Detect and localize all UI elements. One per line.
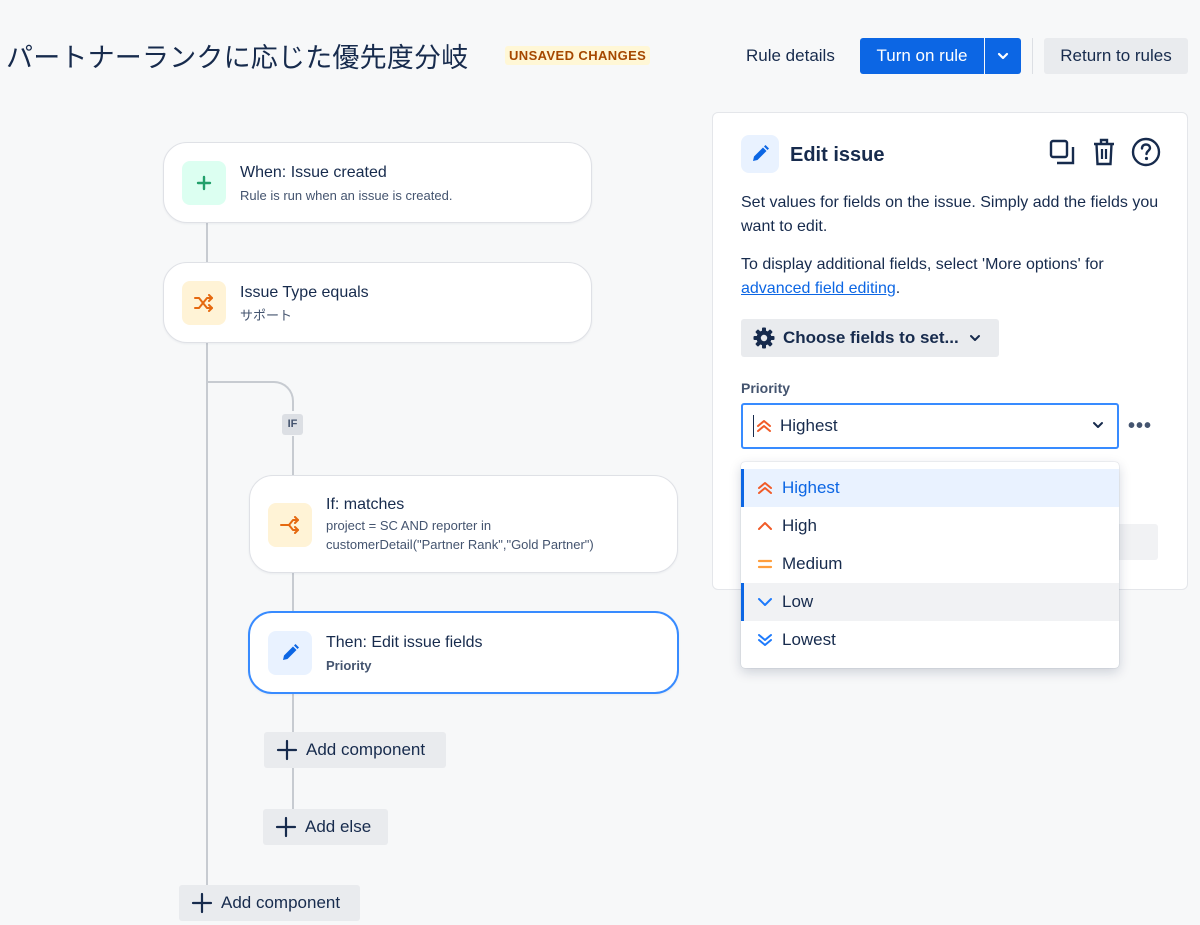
text-cursor [753, 415, 754, 437]
branch-icon [268, 503, 312, 547]
priority-option-medium[interactable]: Medium [741, 545, 1119, 583]
priority-option-label: Highest [782, 478, 840, 497]
shuffle-icon [182, 281, 226, 325]
choose-fields-label: Choose fields to set... [783, 328, 959, 347]
priority-option-label: Low [782, 592, 814, 611]
priority-field-label: Priority [741, 380, 791, 396]
chevron-down-icon [1093, 422, 1103, 428]
page-title: パートナーランクに応じた優先度分岐 [6, 43, 469, 74]
plus-icon [191, 892, 213, 914]
priority-high-icon [757, 518, 773, 534]
add-component-outer-label: Add component [221, 893, 341, 912]
add-component-inner-label: Add component [306, 740, 426, 759]
priority-select-value: Highest [780, 416, 838, 435]
chevron-down-icon [997, 52, 1009, 60]
if-block-card[interactable]: If: matches project = SC AND reporter in… [249, 475, 678, 573]
plus-icon [182, 161, 226, 205]
priority-select[interactable]: Highest [741, 403, 1119, 449]
choose-fields-button[interactable]: Choose fields to set... [741, 319, 999, 357]
unsaved-changes-badge: UNSAVED CHANGES [505, 46, 651, 65]
advanced-field-editing-link[interactable]: advanced field editing [741, 280, 896, 297]
priority-option-lowest[interactable]: Lowest [741, 621, 1119, 659]
pencil-icon [741, 135, 779, 173]
priority-highest-icon [757, 480, 773, 496]
then-block-card[interactable]: Then: Edit issue fields Priority [248, 611, 679, 694]
priority-medium-icon [757, 556, 773, 572]
panel-description: Set values for fields on the issue. Simp… [741, 194, 1159, 235]
if-badge: IF [282, 414, 303, 435]
add-else-button[interactable]: Add else [263, 809, 388, 845]
condition-card[interactable]: Issue Type equals サポート [163, 262, 592, 343]
panel-toolbar [1047, 137, 1161, 167]
if-block-line-2: customerDetail("Partner Rank","Gold Part… [326, 537, 594, 552]
connector-branch-curve [206, 381, 294, 411]
turn-on-options-button[interactable] [985, 38, 1021, 74]
copy-icon[interactable] [1047, 137, 1077, 167]
rule-details-button[interactable]: Rule details [732, 38, 849, 74]
priority-low-icon [757, 594, 773, 610]
more-options-button[interactable]: ••• [1125, 411, 1155, 441]
panel-description-advanced: To display additional fields, select 'Mo… [741, 253, 1171, 301]
turn-on-rule-button[interactable]: Turn on rule [860, 38, 984, 74]
trigger-title: When: Issue created [240, 164, 387, 181]
priority-lowest-icon [757, 632, 773, 648]
add-else-label: Add else [305, 817, 372, 836]
plus-icon [276, 739, 298, 761]
condition-subtitle: サポート [240, 308, 293, 323]
priority-option-label: High [782, 516, 817, 535]
condition-title: Issue Type equals [240, 284, 369, 301]
header-divider [1032, 38, 1033, 74]
chevron-down-icon [969, 335, 980, 341]
pencil-icon [268, 631, 312, 675]
panel-title: Edit issue [790, 144, 885, 166]
advanced-text: To display additional fields, select 'Mo… [741, 256, 1104, 273]
gear-icon [753, 327, 775, 349]
priority-dropdown-menu: Highest High Medium Low Lowest [741, 462, 1119, 668]
priority-option-highest[interactable]: Highest [741, 469, 1119, 507]
connector-if-then [292, 572, 294, 612]
plus-icon [275, 816, 297, 838]
trash-icon[interactable] [1089, 137, 1119, 167]
return-to-rules-button[interactable]: Return to rules [1044, 38, 1188, 74]
help-icon[interactable] [1131, 137, 1161, 167]
if-block-title: If: matches [326, 496, 405, 513]
connector-if-top [292, 436, 294, 476]
advanced-text-end: . [895, 280, 901, 297]
priority-option-label: Lowest [782, 630, 836, 649]
trigger-subtitle: Rule is run when an issue is created. [240, 188, 453, 203]
priority-highest-icon [757, 420, 771, 432]
priority-option-high[interactable]: High [741, 507, 1119, 545]
then-block-title: Then: Edit issue fields [326, 634, 483, 651]
if-block-line-1: project = SC AND reporter in [326, 518, 492, 533]
priority-option-label: Medium [782, 554, 843, 573]
then-block-subtitle: Priority [326, 658, 372, 673]
add-component-outer-button[interactable]: Add component [179, 885, 360, 921]
trigger-card[interactable]: When: Issue created Rule is run when an … [163, 142, 592, 223]
add-component-inner-button[interactable]: Add component [264, 732, 446, 768]
priority-option-low[interactable]: Low [741, 583, 1119, 621]
